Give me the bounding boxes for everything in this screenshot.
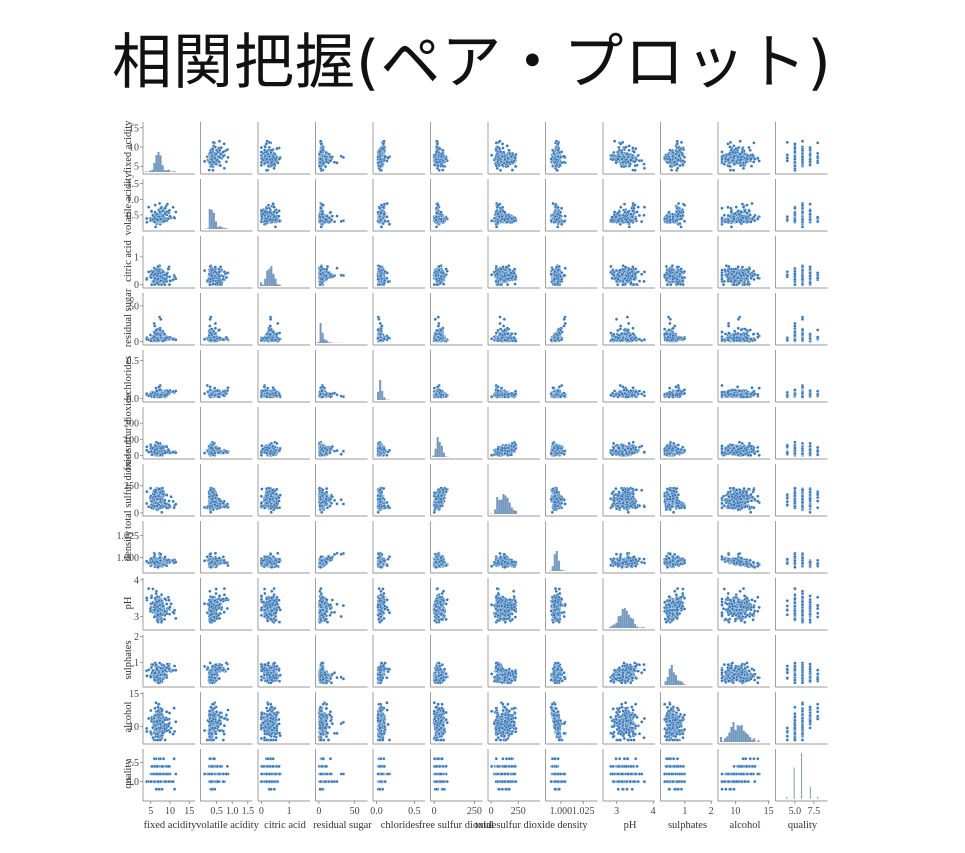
data-point	[319, 161, 322, 164]
data-point	[268, 146, 271, 149]
data-point	[340, 155, 343, 158]
data-point	[387, 157, 390, 160]
data-point	[210, 158, 213, 161]
data-point	[216, 159, 219, 162]
data-point	[212, 141, 215, 144]
data-point	[211, 147, 214, 150]
panel-fixed-acidity-vs-chlorides	[373, 122, 425, 174]
data-point	[225, 160, 228, 163]
histogram-bar	[162, 165, 164, 172]
panel-fixed-acidity-vs-fixed-acidity	[143, 122, 195, 174]
panel-fixed-acidity-vs-volatile-acidity	[201, 122, 253, 174]
histogram-bar	[149, 171, 151, 172]
histogram-bar	[158, 152, 160, 172]
data-point	[264, 146, 267, 149]
data-point	[203, 160, 206, 163]
data-point	[441, 169, 444, 172]
data-point	[333, 161, 336, 164]
panel-fixed-acidity-vs-citric-acid	[258, 122, 310, 174]
data-point	[325, 158, 328, 161]
data-point	[269, 158, 272, 161]
data-point	[385, 160, 388, 163]
data-point	[263, 162, 266, 165]
data-point	[276, 147, 279, 150]
data-point	[319, 150, 322, 153]
data-point	[260, 161, 263, 164]
data-point	[218, 140, 221, 143]
data-point	[378, 150, 381, 153]
data-point	[378, 161, 381, 164]
data-point	[437, 164, 440, 167]
histogram-bar	[166, 170, 168, 172]
data-point	[320, 142, 323, 145]
data-point	[265, 150, 268, 153]
histogram-bar	[174, 171, 176, 172]
data-point	[324, 155, 327, 158]
histogram-bar	[153, 163, 155, 172]
data-point	[324, 165, 327, 168]
histogram-bar	[145, 171, 147, 172]
data-point	[266, 160, 269, 163]
data-point	[227, 156, 230, 159]
data-point	[226, 148, 229, 151]
data-point	[441, 149, 444, 152]
data-point	[383, 159, 386, 162]
data-point	[433, 164, 436, 167]
data-point	[218, 149, 221, 152]
data-point	[260, 151, 263, 154]
data-point	[267, 165, 270, 168]
data-point	[218, 156, 221, 159]
data-point	[435, 140, 438, 143]
data-point	[266, 140, 269, 143]
panel-fixed-acidity-vs-free-sulfur-dioxide	[431, 122, 483, 174]
histogram-bar	[172, 171, 174, 172]
pair-plot: 51015fixed acidity0.51.01.5volatile acid…	[0, 0, 965, 853]
data-point	[329, 156, 332, 159]
data-point	[436, 142, 439, 145]
data-point	[265, 169, 268, 172]
histogram-bar	[155, 155, 157, 172]
histogram-bar	[168, 170, 170, 172]
data-point	[278, 157, 281, 160]
data-point	[208, 161, 211, 164]
data-point	[319, 158, 322, 161]
data-point	[379, 158, 382, 161]
data-point	[265, 158, 268, 161]
data-point	[260, 146, 263, 149]
data-point	[270, 151, 273, 154]
data-point	[383, 140, 386, 143]
data-point	[223, 167, 226, 170]
histogram-bar	[151, 170, 153, 172]
data-point	[208, 169, 211, 172]
histogram-bar	[160, 155, 162, 172]
data-point	[273, 167, 276, 170]
data-point	[318, 165, 321, 168]
histogram-bar	[164, 170, 166, 172]
data-point	[219, 164, 222, 167]
data-point	[222, 150, 225, 153]
data-point	[223, 142, 226, 145]
panel-fixed-acidity-vs-residual-sugar	[316, 122, 368, 174]
data-point	[260, 164, 263, 167]
data-point	[274, 158, 277, 161]
data-point	[209, 151, 212, 154]
data-point	[319, 140, 322, 143]
data-point	[436, 167, 439, 170]
data-point	[325, 151, 328, 154]
data-point	[212, 169, 215, 172]
data-point	[268, 155, 271, 158]
data-point	[214, 146, 217, 149]
data-point	[382, 142, 385, 145]
slide: 相関把握(ペア・プロット) 5 10 15 fixed acidity 0.5 1.0 1.…	[0, 0, 965, 853]
data-point	[265, 142, 268, 145]
